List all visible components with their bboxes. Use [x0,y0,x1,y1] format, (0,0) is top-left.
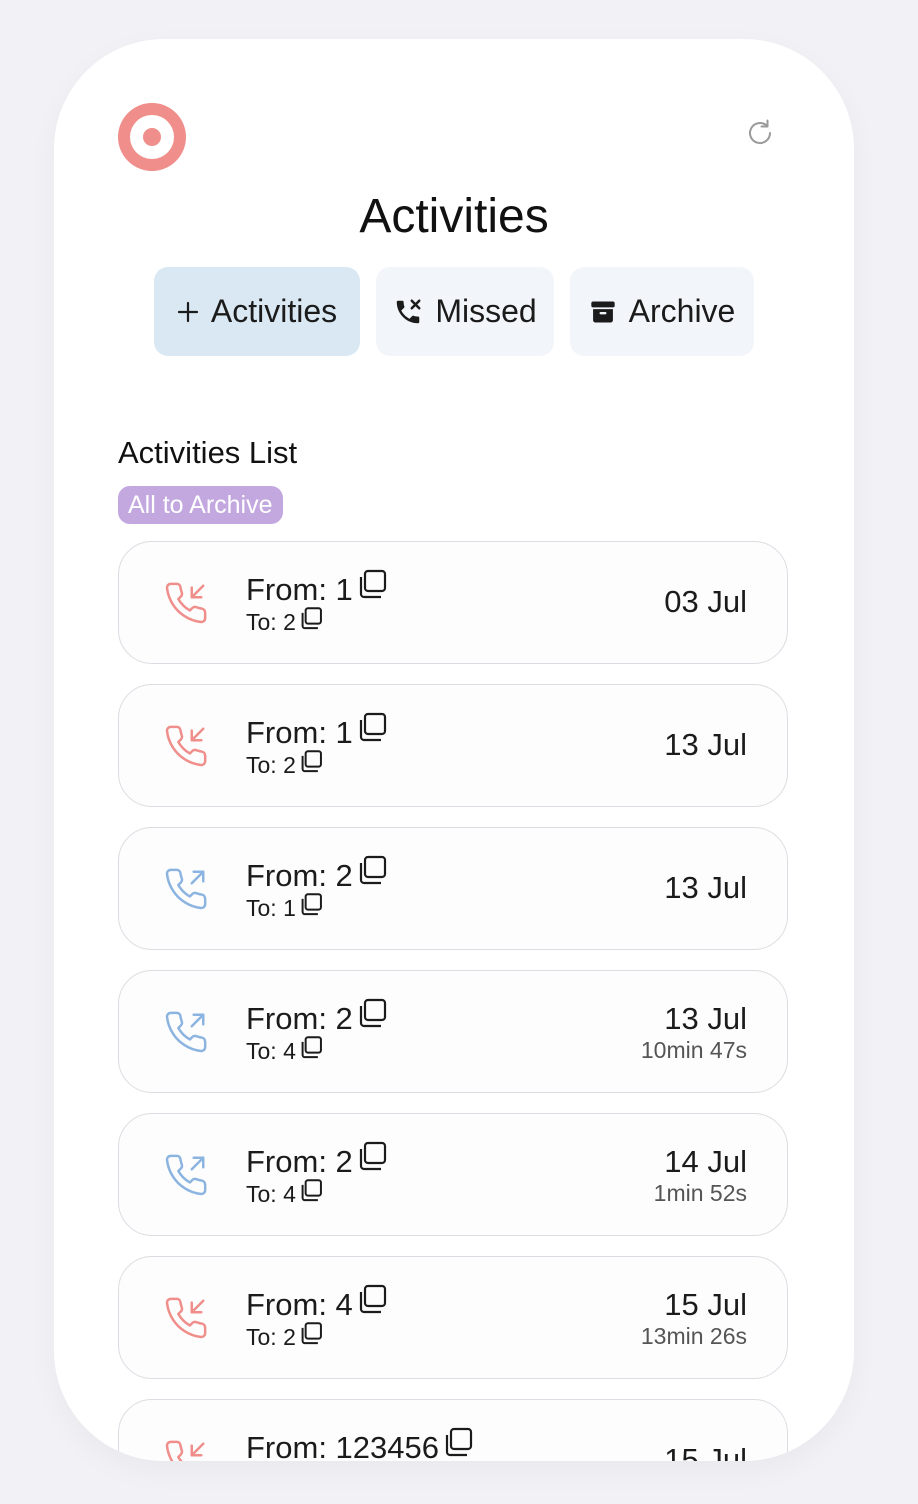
activity-duration: 1min 52s [653,1180,747,1206]
outgoing-call-icon [165,868,207,910]
app-logo [118,103,186,171]
outgoing-call-icon [165,1011,207,1053]
tab-activities-label: Activities [210,293,338,329]
copy-icon[interactable] [355,1140,389,1174]
activity-card[interactable]: From: 1 To: 2 03 Jul [118,541,788,664]
activity-date: 15 Jul [664,1287,747,1322]
activity-card[interactable]: From: 4 To: 2 15 Jul 13min 26s [118,1256,788,1379]
from-number: From: 2 [246,1144,353,1179]
to-number: To: 4 [246,1181,296,1207]
activity-date: 14 Jul [664,1144,747,1179]
activity-card[interactable]: From: 2 To: 4 14 Jul 1min 52s [118,1113,788,1236]
copy-icon[interactable] [355,854,389,888]
activity-date: 15 Jul [664,1442,747,1461]
plus-icon [177,301,199,323]
to-number: To: 2 [246,609,296,635]
archive-all-button[interactable]: All to Archive [118,486,283,524]
copy-icon[interactable] [298,749,324,775]
tab-archive[interactable]: Archive [570,267,754,356]
incoming-call-icon [165,1297,207,1339]
copy-icon[interactable] [298,1035,324,1061]
activity-date: 03 Jul [664,584,747,619]
to-number: To: 4 [246,1038,296,1064]
incoming-call-icon [165,582,207,624]
copy-icon[interactable] [298,1178,324,1204]
outgoing-call-icon [165,1154,207,1196]
from-number: From: 123456 [246,1430,439,1461]
archive-box-icon [589,298,617,326]
activity-date: 13 Jul [664,870,747,905]
from-number: From: 2 [246,858,353,893]
to-number: To: 1 [246,895,296,921]
copy-icon[interactable] [298,606,324,632]
copy-icon[interactable] [355,711,389,745]
missed-call-icon [393,297,423,327]
activity-card[interactable]: From: 2 To: 4 13 Jul 10min 47s [118,970,788,1093]
activity-duration: 10min 47s [640,1037,747,1063]
tab-archive-label: Archive [628,293,736,329]
tab-activities[interactable]: Activities [154,267,360,356]
activity-duration: 13min 26s [640,1323,747,1349]
copy-icon[interactable] [298,892,324,918]
from-number: From: 1 [246,572,353,607]
refresh-icon[interactable] [744,117,776,149]
phone-screen: Activities Activities Missed Archive Act… [54,39,854,1461]
from-number: From: 4 [246,1287,353,1322]
copy-icon[interactable] [355,568,389,602]
copy-icon[interactable] [441,1426,475,1460]
copy-icon[interactable] [355,1283,389,1317]
from-number: From: 2 [246,1001,353,1036]
to-number: To: 2 [246,1324,296,1350]
tab-missed[interactable]: Missed [376,267,554,356]
from-number: From: 1 [246,715,353,750]
activity-card[interactable]: From: 123456 15 Jul [118,1399,788,1461]
activity-date: 13 Jul [664,727,747,762]
tab-missed-label: Missed [435,293,537,329]
activity-card[interactable]: From: 1 To: 2 13 Jul [118,684,788,807]
copy-icon[interactable] [298,1321,324,1347]
to-number: To: 2 [246,752,296,778]
activity-card[interactable]: From: 2 To: 1 13 Jul [118,827,788,950]
incoming-call-icon [165,1440,205,1461]
page-title: Activities [359,190,549,243]
activity-date: 13 Jul [664,1001,747,1036]
incoming-call-icon [165,725,207,767]
section-title: Activities List [118,435,298,470]
copy-icon[interactable] [355,997,389,1031]
